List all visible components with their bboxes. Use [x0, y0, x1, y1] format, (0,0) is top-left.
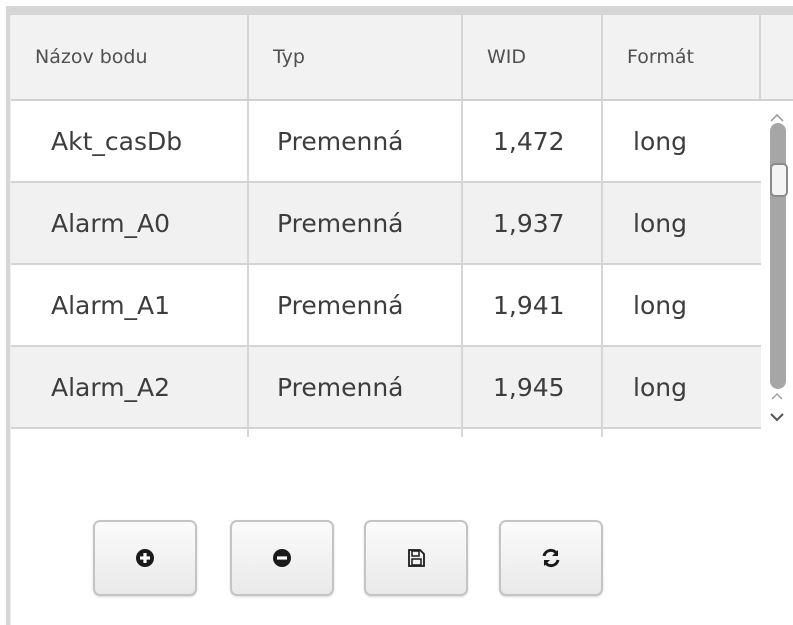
cell-type: Premenná — [249, 101, 463, 181]
grid-body: Akt_casDb Premenná 1,472 long Alarm_A0 P… — [11, 101, 761, 437]
refresh-button[interactable] — [499, 520, 603, 596]
remove-row-button[interactable] — [230, 520, 334, 596]
refresh-icon — [542, 548, 560, 568]
cell-type: Premenná — [249, 183, 463, 263]
table-toolbar — [93, 520, 613, 596]
cell-format: long — [633, 372, 687, 402]
cell-name: Alarm_A0 — [11, 183, 249, 263]
cell-format: long — [633, 208, 687, 238]
grid-header: Názov bodu Typ WID Formát — [11, 15, 793, 101]
cell-wid: 1,941 — [463, 265, 603, 345]
cell-wid — [463, 429, 603, 437]
cell-type — [249, 429, 463, 437]
cell-wid: 1,945 — [463, 347, 603, 427]
cell-type: Premenná — [249, 265, 463, 345]
column-header-wid[interactable]: WID — [463, 15, 603, 99]
table-row[interactable]: Akt_casDb Premenná 1,472 long — [11, 101, 761, 183]
table-row[interactable]: Alarm_A1 Premenná 1,941 long — [11, 265, 761, 347]
save-button[interactable] — [364, 520, 468, 596]
table-row[interactable]: Alarm_A2 Premenná 1,945 long — [11, 347, 761, 429]
cell-name — [11, 429, 249, 437]
points-grid: Názov bodu Typ WID Formát Akt_casDb Prem… — [11, 15, 793, 437]
table-row-partial[interactable] — [11, 429, 761, 437]
cell-name: Akt_casDb — [11, 101, 249, 181]
cell-name: Alarm_A1 — [11, 265, 249, 345]
minus-circle-icon — [273, 549, 291, 567]
cell-wid: 1,937 — [463, 183, 603, 263]
column-header-name[interactable]: Názov bodu — [11, 15, 249, 99]
add-row-button[interactable] — [93, 520, 197, 596]
panel-top-border — [10, 6, 793, 15]
cell-type: Premenná — [249, 347, 463, 427]
cell-format: long — [633, 290, 687, 320]
column-header-extra[interactable] — [761, 15, 793, 99]
point-table-panel: Názov bodu Typ WID Formát Akt_casDb Prem… — [0, 0, 793, 625]
column-header-type[interactable]: Typ — [249, 15, 463, 99]
cell-wid: 1,472 — [463, 101, 603, 181]
plus-circle-icon — [136, 549, 154, 567]
cell-name: Alarm_A2 — [11, 347, 249, 427]
cell-format — [603, 429, 761, 437]
table-row[interactable]: Alarm_A0 Premenná 1,937 long — [11, 183, 761, 265]
cell-format: long — [633, 126, 687, 156]
floppy-disk-icon — [408, 549, 425, 567]
vertical-scrollbar[interactable] — [761, 101, 793, 437]
scrollbar-thumb[interactable] — [770, 163, 788, 197]
column-header-format[interactable]: Formát — [603, 15, 761, 99]
chevron-down-icon[interactable] — [761, 403, 793, 431]
